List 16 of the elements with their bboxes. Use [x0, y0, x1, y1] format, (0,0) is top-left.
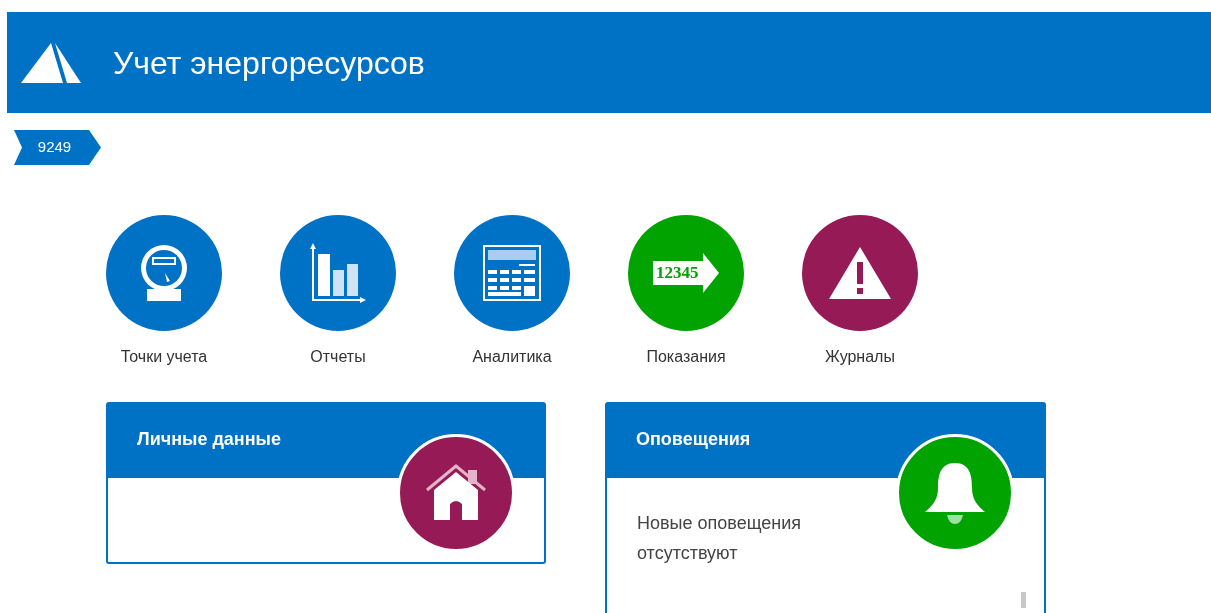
warning-icon	[828, 246, 892, 300]
tile-label[interactable]: Показания	[646, 345, 726, 369]
card-title: Оповещения	[636, 429, 751, 449]
tile-label[interactable]: Отчеты	[310, 345, 366, 369]
breadcrumb-tag[interactable]: 9249	[14, 130, 101, 165]
bar-chart-icon	[309, 242, 367, 304]
app-title: Учет энергоресурсов	[113, 43, 425, 83]
calculator-icon	[483, 245, 541, 301]
tile-label[interactable]: Точки учета	[120, 345, 208, 369]
card-title: Личные данные	[137, 429, 281, 449]
card-message: Новые оповещения отсутствуют	[637, 512, 803, 565]
arrow-number-icon: 12345	[653, 253, 719, 293]
tile-label[interactable]: Аналитика	[472, 345, 552, 369]
house-icon	[425, 464, 487, 522]
tile-label[interactable]: Журналы	[825, 345, 895, 369]
scrollbar-thumb[interactable]	[1021, 592, 1026, 608]
